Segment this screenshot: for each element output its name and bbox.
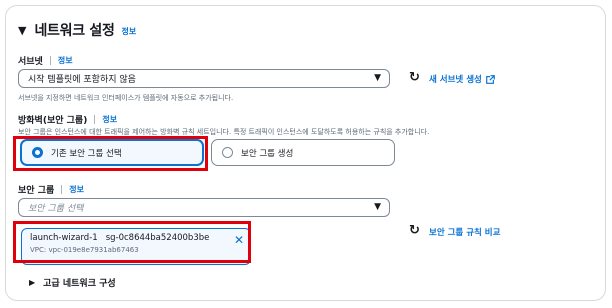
section-info-link[interactable]: 정보	[122, 26, 137, 37]
create-subnet-link-text: 새 서브넷 생성	[429, 75, 482, 85]
advanced-network-config-toggle[interactable]: ▶ 고급 네트워크 구성	[29, 276, 116, 289]
create-security-group-label: 보안 그룹 생성	[241, 148, 294, 159]
security-group-select[interactable]: 보안 그룹 선택 ▼	[18, 198, 390, 217]
firewall-label: 방화벽(보안 그룹) 정보	[18, 113, 117, 126]
caret-right-icon[interactable]: ▶	[29, 278, 35, 287]
create-security-group-option[interactable]: 보안 그룹 생성	[211, 139, 395, 166]
caret-down-icon[interactable]: ▼	[18, 24, 26, 37]
external-link-icon	[485, 74, 495, 84]
firewall-label-text: 방화벽(보안 그룹)	[18, 116, 88, 126]
subnet-label-text: 서브넷	[18, 57, 43, 67]
divider	[61, 185, 63, 194]
create-subnet-link[interactable]: 새 서브넷 생성	[429, 73, 495, 85]
compare-security-group-rules-link[interactable]: 보안 그룹 규칙 비교	[429, 226, 500, 238]
refresh-security-groups-icon[interactable]: ↻	[409, 223, 420, 238]
highlight-box-existing-group	[13, 136, 208, 171]
divider	[49, 56, 51, 65]
security-groups-label: 보안 그룹 정보	[18, 183, 84, 196]
subnet-info-link[interactable]: 정보	[58, 55, 73, 66]
security-group-select-placeholder: 보안 그룹 선택	[28, 204, 84, 214]
advanced-network-config-label: 고급 네트워크 구성	[43, 279, 116, 289]
subnet-select-value: 시작 템플릿에 포함하지 않음	[28, 75, 136, 85]
subnet-description: 서브넷을 지정하면 네트워크 인터페이스가 템플릿에 자동으로 추가됩니다.	[18, 94, 234, 102]
firewall-info-link[interactable]: 정보	[102, 114, 117, 125]
radio-unselected-icon[interactable]	[222, 147, 233, 158]
highlight-box-security-group-token	[13, 221, 251, 263]
divider	[94, 115, 96, 124]
dropdown-arrow-icon: ▼	[374, 73, 381, 83]
refresh-subnet-icon[interactable]: ↻	[409, 70, 420, 85]
security-groups-info-link[interactable]: 정보	[69, 184, 84, 195]
subnet-label: 서브넷 정보	[18, 54, 73, 67]
subnet-select[interactable]: 시작 템플릿에 포함하지 않음 ▼	[18, 69, 390, 88]
section-header[interactable]: ▼ 네트워크 설정 정보	[18, 20, 136, 40]
section-title: 네트워크 설정	[34, 23, 115, 39]
dropdown-arrow-icon: ▼	[374, 202, 381, 212]
security-groups-label-text: 보안 그룹	[18, 186, 55, 196]
